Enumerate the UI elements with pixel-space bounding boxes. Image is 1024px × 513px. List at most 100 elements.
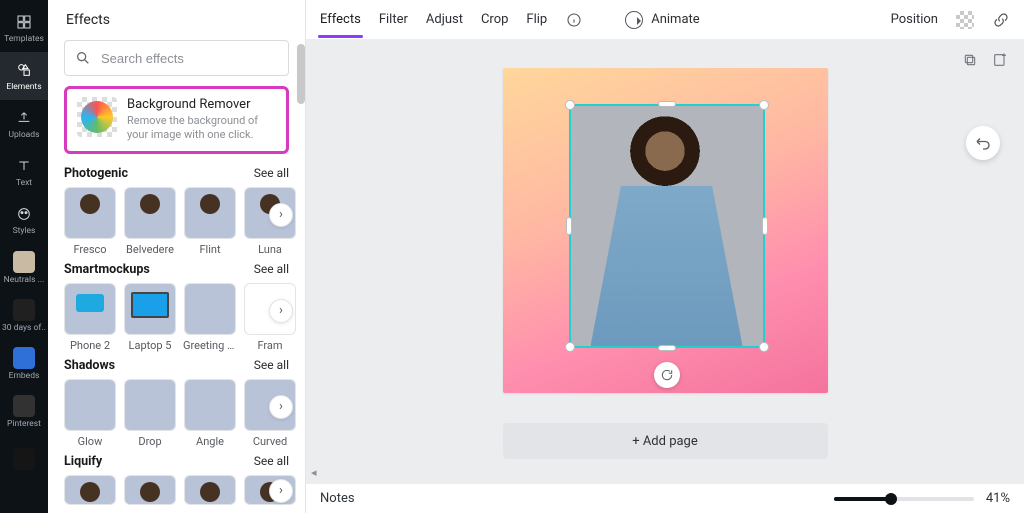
rail-elements[interactable]: Elements	[0, 52, 48, 100]
scroll-next-button[interactable]: ›	[269, 395, 293, 419]
zoom-value[interactable]: 41%	[986, 491, 1010, 506]
toolbar-effects[interactable]: Effects	[320, 2, 361, 37]
section-row-liquify: ›	[64, 475, 289, 505]
add-page-button[interactable]: + Add page	[503, 423, 828, 459]
app-thumb	[13, 395, 35, 417]
artboard[interactable]	[503, 68, 828, 393]
effect-tile[interactable]: Angle	[184, 379, 236, 448]
effect-tile[interactable]: Flint	[184, 187, 236, 256]
section-title-shadows: Shadows	[64, 358, 115, 373]
bg-remover-title: Background Remover	[127, 97, 276, 112]
rotate-handle[interactable]	[654, 362, 680, 388]
effect-tile[interactable]	[124, 475, 176, 505]
effect-tile[interactable]	[184, 475, 236, 505]
effect-tile[interactable]: Greeting car...	[184, 283, 236, 352]
search-input[interactable]	[99, 50, 279, 67]
transparency-icon[interactable]	[956, 11, 974, 29]
rail-label: Elements	[6, 82, 41, 92]
see-all-photogenic[interactable]: See all	[254, 166, 289, 180]
see-all-smartmockups[interactable]: See all	[254, 262, 289, 276]
rail-text[interactable]: Text	[0, 148, 48, 196]
rail-app-embeds[interactable]: Embeds	[0, 340, 48, 388]
rail-uploads[interactable]: Uploads	[0, 100, 48, 148]
styles-icon	[14, 204, 34, 224]
section-row-shadows: Glow Drop Angle Curved ›	[64, 379, 289, 448]
toolbar-crop[interactable]: Crop	[481, 2, 508, 37]
panel-scrollbar[interactable]	[297, 44, 305, 104]
resize-handle-br[interactable]	[759, 342, 769, 352]
bg-remover-desc: Remove the background of your image with…	[127, 114, 276, 143]
background-remover-card[interactable]: Background Remover Remove the background…	[64, 86, 289, 154]
scroll-next-button[interactable]: ›	[269, 299, 293, 323]
editor-toolbar: Effects Filter Adjust Crop Flip Animate …	[306, 0, 1024, 40]
hscroll-left-icon[interactable]: ◂	[311, 466, 317, 479]
effect-tile[interactable]: Fresco	[64, 187, 116, 256]
rail-app-pinterest[interactable]: Pinterest	[0, 388, 48, 436]
section-title-liquify: Liquify	[64, 454, 102, 469]
toolbar-filter[interactable]: Filter	[379, 2, 408, 37]
rail-app-30days[interactable]: 30 days of...	[0, 292, 48, 340]
left-nav-rail: Templates Elements Uploads Text Styles N…	[0, 0, 48, 513]
toolbar-flip[interactable]: Flip	[526, 2, 547, 37]
rail-app-neutrals[interactable]: Neutrals ...	[0, 244, 48, 292]
bottom-bar: Notes 41%	[306, 483, 1024, 513]
toolbar-animate[interactable]: Animate	[625, 11, 699, 29]
effect-tile[interactable]: Phone 2	[64, 283, 116, 352]
resize-handle-tl[interactable]	[565, 100, 575, 110]
effect-tile[interactable]: Belvedere	[124, 187, 176, 256]
canvas-stage[interactable]: ⌃ + Add page ◂	[306, 40, 1024, 483]
notes-button[interactable]: Notes	[320, 491, 355, 506]
selected-image[interactable]	[571, 106, 763, 346]
resize-edge-left[interactable]	[566, 217, 572, 235]
search-icon	[75, 50, 91, 66]
toolbar-position[interactable]: Position	[891, 2, 938, 37]
effect-tile[interactable]: Drop	[124, 379, 176, 448]
zoom-slider-fill	[834, 497, 891, 501]
scroll-next-button[interactable]: ›	[269, 203, 293, 227]
app-thumb	[13, 251, 35, 273]
rail-label: Pinterest	[7, 419, 41, 429]
animate-icon	[625, 11, 643, 29]
rail-label: Neutrals ...	[4, 275, 45, 285]
rail-app-more[interactable]	[0, 436, 48, 484]
bg-remover-icon	[77, 97, 117, 137]
section-row-photogenic: Fresco Belvedere Flint Luna ›	[64, 187, 289, 256]
templates-icon	[14, 12, 34, 32]
zoom-slider-knob[interactable]	[885, 493, 897, 505]
effects-panel: Effects Background Remover Remove the ba…	[48, 0, 306, 513]
app-thumb	[13, 448, 35, 470]
effect-tile[interactable]: Glow	[64, 379, 116, 448]
section-row-smartmockups: Phone 2 Laptop 5 Greeting car... Fram ›	[64, 283, 289, 352]
toolbar-adjust[interactable]: Adjust	[426, 2, 463, 37]
app-thumb	[13, 347, 35, 369]
see-all-shadows[interactable]: See all	[254, 358, 289, 372]
undo-fab[interactable]	[966, 126, 1000, 160]
rail-label: Text	[16, 178, 32, 188]
rail-templates[interactable]: Templates	[0, 4, 48, 52]
rail-label: Templates	[4, 34, 44, 44]
search-effects[interactable]	[64, 40, 289, 76]
app-thumb	[13, 299, 35, 321]
rail-label: Uploads	[8, 130, 39, 140]
zoom-slider[interactable]	[834, 497, 974, 501]
rail-label: Styles	[13, 226, 36, 236]
resize-edge-top[interactable]	[658, 101, 676, 107]
scroll-next-button[interactable]: ›	[269, 479, 293, 503]
selection-frame	[569, 104, 765, 348]
panel-title: Effects	[48, 0, 305, 40]
duplicate-page-icon[interactable]	[960, 50, 980, 70]
resize-handle-tr[interactable]	[759, 100, 769, 110]
resize-edge-right[interactable]	[762, 217, 768, 235]
resize-edge-bottom[interactable]	[658, 345, 676, 351]
resize-handle-bl[interactable]	[565, 342, 575, 352]
effect-tile[interactable]	[64, 475, 116, 505]
elements-icon	[14, 60, 34, 80]
add-page-icon[interactable]	[990, 50, 1010, 70]
info-icon[interactable]	[565, 11, 583, 29]
text-icon	[14, 156, 34, 176]
effect-tile[interactable]: Laptop 5	[124, 283, 176, 352]
link-icon[interactable]	[992, 11, 1010, 29]
rail-styles[interactable]: Styles	[0, 196, 48, 244]
see-all-liquify[interactable]: See all	[254, 454, 289, 468]
rail-label: 30 days of...	[2, 323, 46, 333]
